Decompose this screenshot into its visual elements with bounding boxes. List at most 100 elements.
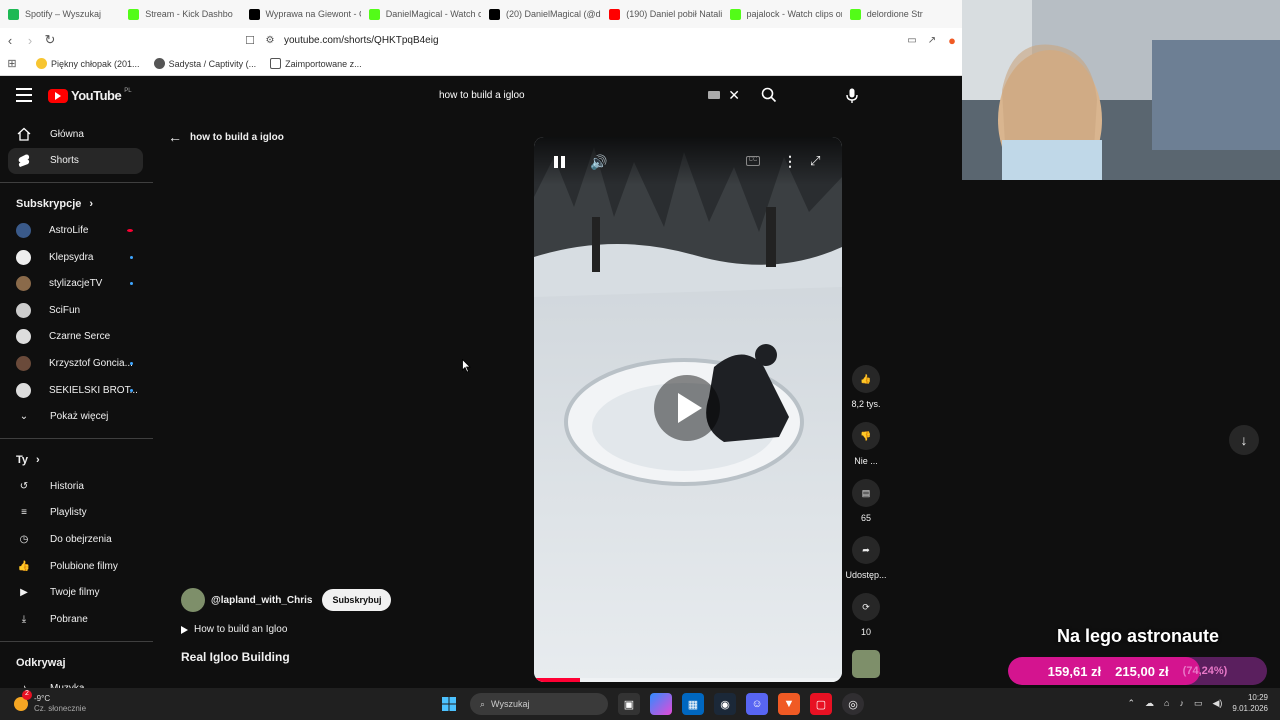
sidebar-item-you-2[interactable]: ◷ Do obejrzenia — [0, 526, 153, 553]
brave-icon[interactable]: ▼ — [778, 693, 800, 715]
sidebar-item-home[interactable]: Główna — [0, 121, 153, 148]
channel-name: AstroLife — [49, 224, 89, 236]
youtube-logo[interactable]: YouTube PL — [48, 88, 132, 103]
bookmark-folder[interactable]: Zaimportowane z... — [270, 58, 362, 69]
reload-icon[interactable]: ↻ — [40, 32, 60, 48]
comments-button[interactable]: ▤ 65 — [836, 479, 896, 523]
network-icon[interactable]: ⌂ — [1164, 698, 1169, 708]
windows-start-icon[interactable] — [438, 693, 460, 715]
brave-shield-icon[interactable]: ● — [942, 33, 962, 48]
goal-target: 215,00 zł — [1115, 663, 1169, 679]
globe-icon — [153, 58, 165, 69]
forward-arrow-icon[interactable]: › — [20, 33, 40, 48]
remix-button[interactable]: ⟳ 10 — [836, 593, 896, 637]
sidebar-channel[interactable]: SEKIELSKI BROT... — [0, 377, 153, 404]
share-button[interactable]: ➦ Udostęp... — [836, 536, 896, 580]
sidebar-item-you-0[interactable]: ↺ Historia — [0, 473, 153, 500]
mic-icon[interactable]: ♪ — [1179, 698, 1184, 708]
sidebar-item-you-1[interactable]: ≡ Playlisty — [0, 500, 153, 527]
chevron-right-icon: › — [89, 198, 94, 211]
chevron-up-icon[interactable]: ⌃ — [1127, 698, 1135, 709]
notification-badge: 2 — [22, 690, 32, 700]
subscribe-button[interactable]: Subskrybuj — [322, 589, 392, 611]
back-arrow-icon[interactable]: ‹ — [0, 33, 20, 48]
copilot-icon[interactable] — [650, 693, 672, 715]
big-play-icon[interactable] — [654, 375, 720, 441]
share-label: Udostęp... — [845, 570, 887, 580]
browser-tab[interactable]: Wyprawa na Giewont - Cu — [241, 0, 361, 28]
sound-button[interactable] — [836, 650, 896, 678]
browser-tab[interactable]: (20) DanielMagical (@dan — [481, 0, 601, 28]
keyboard-icon[interactable] — [708, 91, 721, 99]
sidebar-channel[interactable]: AstroLife — [0, 217, 153, 244]
bookmark-2[interactable]: Sadysta / Captivity (... — [153, 58, 256, 69]
app-icon[interactable]: ▢ — [810, 693, 832, 715]
search-input[interactable]: how to build a igloo ✕ — [429, 82, 784, 108]
weather-widget[interactable]: 2 -9°C Cz. słonecznie — [14, 690, 86, 714]
browser-tab[interactable]: (190) Daniel pobił Natalie — [601, 0, 722, 28]
volume-icon[interactable]: 🔊 — [590, 154, 607, 171]
channel-name[interactable]: @lapland_with_Chris — [211, 595, 312, 606]
discord-icon[interactable]: ☺ — [746, 693, 768, 715]
sidebar-channel[interactable]: stylizacjeTV — [0, 270, 153, 297]
short-video-player[interactable]: 🔊 CC ⋮ ⤢ — [534, 137, 842, 682]
sidebar-channel[interactable]: Klepsydra — [0, 244, 153, 271]
url-field[interactable]: youtube.com/shorts/QHKTpqB4eig — [284, 35, 439, 46]
bookmark-1[interactable]: Piękny chłopak (201... — [36, 58, 140, 69]
next-short-arrow-icon[interactable]: ↓ — [1229, 425, 1259, 455]
vpn-icon[interactable]: ☁ — [1145, 698, 1154, 709]
sidebar-label: Pobrane — [50, 613, 88, 625]
obs-icon[interactable]: ◎ — [842, 693, 864, 715]
browser-tab[interactable]: Stream - Kick Dashbo — [120, 0, 240, 28]
subscriptions-heading[interactable]: Subskrypcje › — [0, 191, 153, 217]
tab-favicon-icon — [128, 8, 140, 20]
browser-tab[interactable]: Spotify – Wyszukaj — [0, 0, 120, 28]
sidebar-item-you-3[interactable]: 👍 Polubione filmy — [0, 553, 153, 580]
browser-tab[interactable]: pajalock - Watch clips on — [722, 0, 842, 28]
sidebar-item-you-4[interactable]: ▶ Twoje filmy — [0, 579, 153, 606]
sidebar-label: Polubione filmy — [50, 560, 118, 572]
site-info-icon[interactable]: ⚙ — [260, 35, 280, 46]
sidebar-channel[interactable]: SciFun — [0, 297, 153, 324]
task-view-icon[interactable]: ▣ — [618, 693, 640, 715]
microphone-icon[interactable] — [840, 84, 864, 108]
volume-icon[interactable]: ◀) — [1212, 698, 1222, 709]
youtube-wordmark: YouTube — [71, 88, 122, 103]
show-more-button[interactable]: ⌄ Pokaż więcej — [0, 403, 153, 430]
playlist-title: How to build an Igloo — [194, 624, 288, 635]
steam-icon[interactable]: ◉ — [714, 693, 736, 715]
short-title: Real Igloo Building — [181, 650, 290, 664]
browser-tab[interactable]: delordione Str — [842, 0, 962, 28]
captions-icon[interactable]: CC — [746, 156, 760, 166]
bookmark-icon[interactable]: ☐ — [240, 34, 260, 47]
sidebar-channel[interactable]: Krzysztof Goncia... — [0, 350, 153, 377]
back-to-search-link[interactable]: ← how to build a igloo — [168, 129, 284, 145]
share-icon[interactable]: ↗ — [922, 35, 942, 46]
fullscreen-icon[interactable]: ⤢ — [810, 153, 820, 169]
play-icon — [181, 625, 188, 634]
more-options-icon[interactable]: ⋮ — [783, 153, 797, 170]
progress-track[interactable] — [534, 678, 842, 682]
channel-name: SciFun — [49, 304, 81, 316]
apps-grid-icon[interactable]: ⊞ — [2, 57, 22, 70]
pause-icon[interactable] — [554, 156, 566, 168]
like-button[interactable]: 👍 8,2 tys. — [836, 365, 896, 409]
clock[interactable]: 10:29 9.01.2026 — [1232, 692, 1268, 714]
playlist-link[interactable]: How to build an Igloo — [181, 624, 287, 635]
channel-avatar[interactable] — [181, 588, 205, 612]
menu-icon[interactable] — [16, 88, 32, 102]
cast-icon[interactable]: ▭ — [902, 35, 922, 46]
sidebar-item-shorts[interactable]: Shorts — [8, 147, 143, 175]
you-heading[interactable]: Ty › — [0, 447, 153, 473]
channel-avatar — [16, 276, 31, 292]
sidebar-item-you-5[interactable]: ⤓ Pobrane — [0, 606, 153, 633]
clear-search-icon[interactable]: ✕ — [728, 87, 740, 104]
dislike-button[interactable]: 👎 Nie ... — [836, 422, 896, 466]
store-icon[interactable]: ▦ — [682, 693, 704, 715]
taskbar-search[interactable]: ⌕ Wyszukaj — [470, 693, 608, 715]
search-icon[interactable] — [754, 87, 784, 103]
tab-favicon-icon — [729, 8, 741, 20]
browser-tab[interactable]: DanielMagical - Watch clip — [361, 0, 481, 28]
sidebar-channel[interactable]: Czarne Serce — [0, 324, 153, 351]
display-icon[interactable]: ▭ — [1194, 698, 1203, 709]
